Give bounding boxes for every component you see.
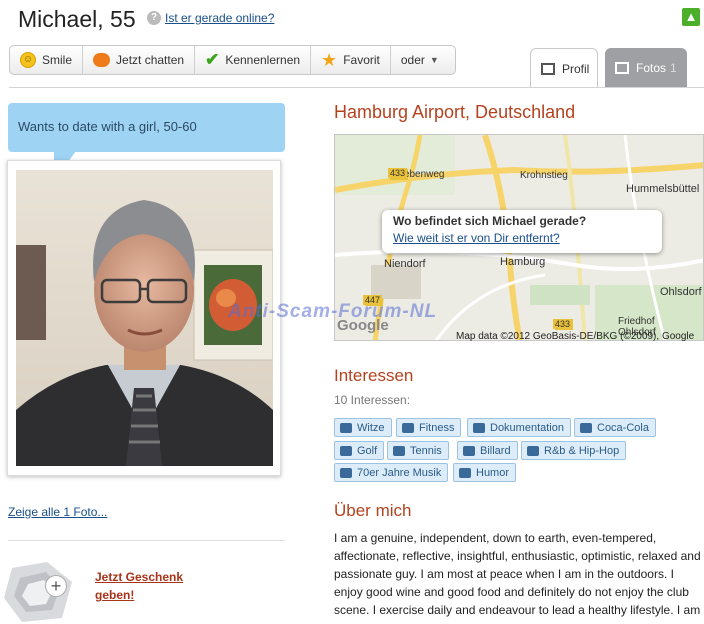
tab-divider	[9, 87, 704, 88]
more-dropdown[interactable]: oder ▼	[391, 46, 449, 74]
map-credit: Map data ©2012 GeoBasis-DE/BKG (©2009), …	[456, 331, 695, 342]
drink-icon	[580, 422, 592, 433]
checkmark-icon: ✔	[205, 50, 220, 69]
interest-tag[interactable]: Golf	[334, 441, 385, 460]
chevron-down-icon: ▼	[429, 55, 439, 65]
jokes-icon	[340, 422, 352, 433]
interest-tag[interactable]: Dokumentation	[467, 418, 571, 437]
interest-tag[interactable]: Billard	[457, 441, 518, 460]
chat-label: Jetzt chatten	[116, 53, 185, 67]
favorite-button[interactable]: ★ Favorit	[311, 46, 391, 74]
meet-button[interactable]: ✔ Kennenlernen	[195, 46, 312, 74]
profile-card-icon	[541, 62, 555, 75]
interest-tag[interactable]: Witze	[334, 418, 392, 437]
meet-label: Kennenlernen	[225, 53, 301, 67]
interest-tag[interactable]: Fitness	[396, 418, 462, 437]
help-icon[interactable]: ?	[147, 11, 161, 25]
map-label-niendorf: Niendorf	[384, 258, 426, 270]
smile-button[interactable]: ☺ Smile	[10, 46, 84, 74]
interest-tag-label: Dokumentation	[490, 421, 564, 434]
interests-heading: Interessen	[334, 366, 414, 385]
billiard-icon	[463, 445, 475, 456]
interest-tag-label: Fitness	[419, 421, 455, 434]
interest-tag[interactable]: Humor	[453, 463, 517, 482]
map-label-ohlsdorf: Ohlsdorf	[660, 286, 702, 298]
gift-link-line1: Jetzt Geschenk	[95, 570, 184, 584]
map-label-krohnstieg: Krohnstieg	[520, 170, 568, 181]
action-toolbar: ☺ Smile Jetzt chatten ✔ Kennenlernen ★ F…	[9, 45, 456, 75]
chat-bubble-icon	[93, 53, 111, 67]
show-all-photos-link[interactable]: Zeige alle 1 Foto...	[8, 505, 107, 519]
looking-for-bubble: Wants to date with a girl, 50-60	[8, 103, 285, 152]
road-sign-433-south: 433	[553, 319, 573, 329]
add-gift-icon[interactable]: +	[45, 575, 67, 597]
smiley-icon: ☺	[20, 52, 36, 68]
interest-tag[interactable]: Tennis	[387, 441, 449, 460]
about-text: I am a genuine, independent, down to ear…	[334, 531, 701, 624]
gift-link-line2: geben!	[95, 588, 135, 602]
left-divider	[8, 540, 285, 541]
distance-link[interactable]: Wie weit ist er von Dir entfernt?	[393, 231, 651, 245]
smile-label: Smile	[42, 53, 73, 67]
online-status-link[interactable]: Ist er gerade online?	[165, 11, 274, 25]
tab-profil[interactable]: Profil	[530, 48, 598, 88]
map-label-friedhof: Friedhof	[618, 316, 655, 327]
send-gift-link[interactable]: Jetzt Geschenk geben!	[95, 568, 183, 604]
music-note-icon	[340, 467, 352, 478]
trophy-icon	[340, 445, 352, 456]
tab-profil-label: Profil	[562, 61, 590, 76]
road-sign-433: 433	[388, 168, 408, 178]
profile-name-age: Michael, 55	[18, 6, 136, 32]
interest-tag-label: Golf	[357, 444, 378, 457]
interest-tag-label: Tennis	[410, 444, 442, 457]
tab-fotos[interactable]: Fotos 1	[605, 48, 687, 88]
interest-tag-label: Humor	[476, 466, 510, 479]
interest-tag[interactable]: 70er Jahre Musik	[334, 463, 449, 482]
chat-button[interactable]: Jetzt chatten	[83, 46, 196, 74]
interest-tag[interactable]: R&b & Hip-Hop	[521, 441, 627, 460]
photos-icon	[615, 62, 629, 74]
scroll-top-icon[interactable]: ▲	[682, 8, 700, 26]
map-popup-question: Wo befindet sich Michael gerade?	[393, 214, 587, 228]
interest-tag-label: Coca-Cola	[597, 421, 649, 434]
humor-icon	[459, 467, 471, 478]
tab-fotos-label: Fotos	[636, 61, 667, 75]
interest-tag-label: Witze	[357, 421, 385, 434]
about-heading: Über mich	[334, 501, 412, 520]
tv-icon	[473, 422, 485, 433]
music-note-icon	[527, 445, 539, 456]
more-label: oder	[400, 53, 425, 67]
map-info-popup: Wo befindet sich Michael gerade? Wie wei…	[382, 210, 662, 253]
interest-tag-label: R&b & Hip-Hop	[544, 444, 620, 457]
fitness-icon	[402, 422, 414, 433]
trophy-icon	[393, 445, 405, 456]
interest-tag[interactable]: Coca-Cola	[574, 418, 656, 437]
photo-count: 1	[670, 61, 677, 75]
interest-tag-label: 70er Jahre Musik	[357, 466, 442, 479]
map-label-hamburg: Hamburg	[500, 256, 546, 268]
map-label-hummelsbuettel: Hummelsbüttel	[626, 183, 700, 195]
star-icon: ★	[321, 49, 338, 70]
location-title: Hamburg Airport, Deutschland	[334, 102, 576, 122]
interest-tag-label: Billard	[480, 444, 511, 457]
interests-count: 10 Interessen:	[334, 393, 411, 407]
watermark: Anti-Scam-Forum-NL	[228, 301, 438, 322]
favorite-label: Favorit	[343, 53, 380, 67]
